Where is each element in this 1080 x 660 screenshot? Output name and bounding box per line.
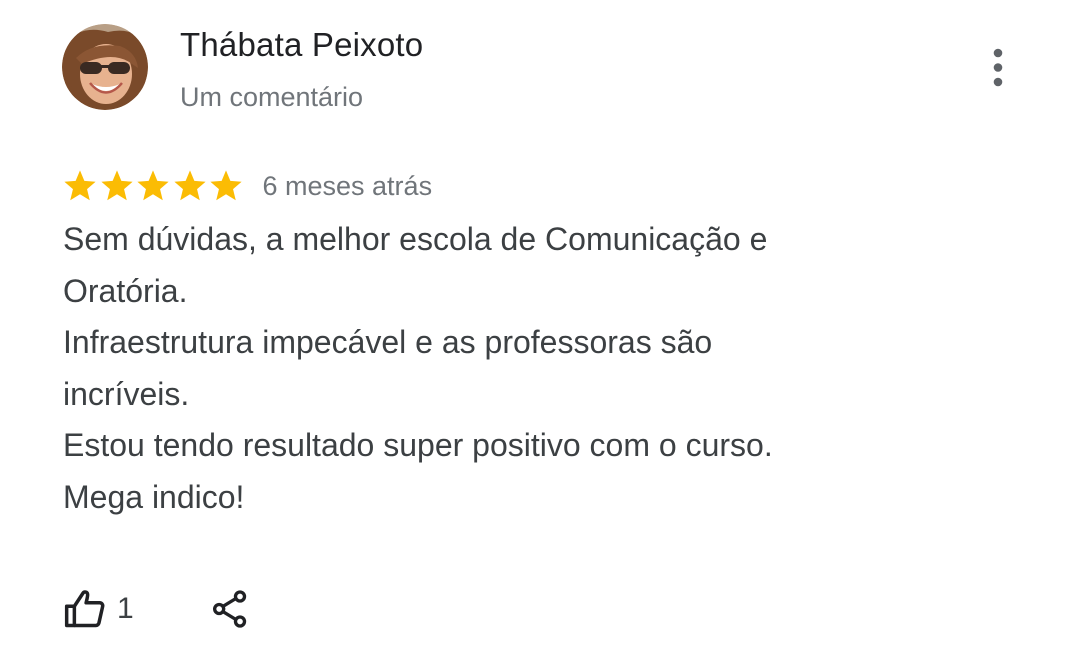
star-icon bbox=[172, 168, 208, 204]
share-icon bbox=[212, 590, 246, 628]
star-icon bbox=[62, 168, 98, 204]
like-button[interactable]: 1 bbox=[63, 587, 134, 631]
avatar[interactable] bbox=[62, 24, 148, 110]
star-icon bbox=[99, 168, 135, 204]
review-text: Sem dúvidas, a melhor escola de Comunica… bbox=[63, 214, 923, 524]
author-review-count: Um comentário bbox=[180, 82, 364, 112]
rating-row: 6 meses atrás bbox=[62, 164, 432, 208]
review-text-line: Sem dúvidas, a melhor escola de Comunica… bbox=[63, 221, 768, 257]
review-text-line: Oratória. bbox=[63, 272, 188, 309]
like-count: 1 bbox=[117, 592, 134, 625]
avatar-photo-icon bbox=[62, 24, 148, 110]
star-icon bbox=[208, 168, 244, 204]
more-options-button[interactable] bbox=[976, 44, 1020, 92]
review-text-line: Infraestrutura impecável e as professora… bbox=[63, 324, 713, 361]
share-button[interactable] bbox=[210, 588, 250, 630]
review-text-line: Estou tendo resultado super positivo com… bbox=[63, 427, 773, 464]
review-actions: 1 bbox=[63, 584, 250, 634]
thumbs-up-icon bbox=[64, 590, 105, 628]
review-card: Thábata Peixoto Um comentário 6 meses at… bbox=[0, 0, 1080, 660]
review-text-line: incríveis. bbox=[63, 375, 190, 412]
more-vertical-icon bbox=[993, 48, 1003, 87]
star-icon bbox=[135, 168, 171, 204]
star-rating bbox=[62, 168, 245, 204]
review-text-line: Mega indico! bbox=[63, 478, 245, 515]
author-name[interactable]: Thábata Peixoto bbox=[180, 26, 423, 64]
review-time: 6 meses atrás bbox=[262, 170, 433, 201]
